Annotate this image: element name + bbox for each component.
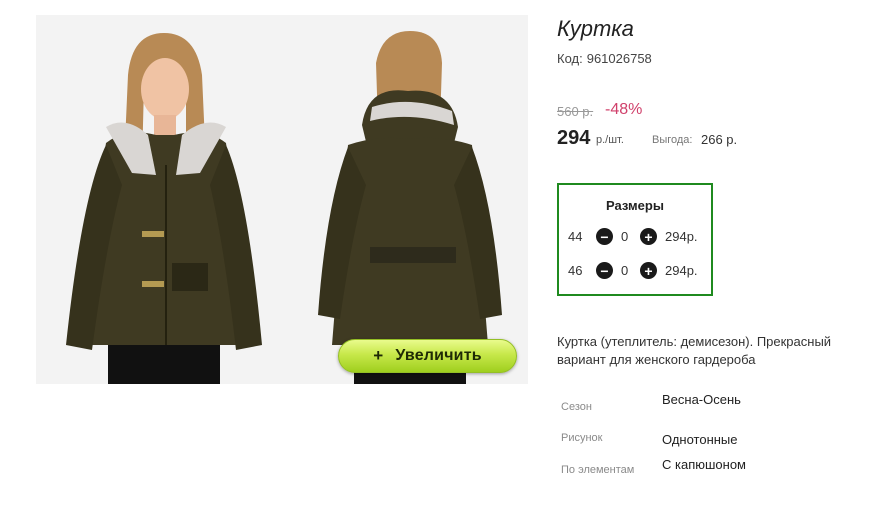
product-code-value: 961026758	[586, 51, 652, 66]
size-label: 46	[568, 263, 583, 278]
size-price: 294р.	[665, 263, 698, 278]
product-gallery[interactable]: + Увеличить	[36, 15, 528, 384]
benefit-value: 266 р.	[701, 132, 738, 147]
minus-circle-icon[interactable]: −	[596, 262, 613, 279]
sizes-box: Размеры 44 − 0 + 294р. 46 − 0 + 294р.	[557, 183, 713, 296]
attribute-value-season: Весна-Осень	[662, 392, 741, 407]
product-code-label: Код:	[557, 51, 583, 66]
discount-badge: -48%	[605, 101, 643, 118]
size-label: 44	[568, 229, 583, 244]
attribute-label-elements: По элементам	[561, 464, 635, 476]
size-price: 294р.	[665, 229, 698, 244]
product-title: Куртка	[557, 16, 634, 41]
product-code: Код: 961026758	[557, 51, 652, 66]
minus-circle-icon[interactable]: −	[596, 228, 613, 245]
product-photo-back[interactable]	[282, 15, 528, 384]
product-description: Куртка (утеплитель: демисезон). Прекрасн…	[557, 334, 832, 367]
price-unit: р./шт.	[596, 134, 624, 146]
size-quantity: 0	[621, 229, 629, 244]
old-price: 560 р.	[557, 104, 594, 119]
current-price: 294	[557, 127, 591, 149]
size-quantity: 0	[621, 263, 629, 278]
zoom-button[interactable]: + Увеличить	[338, 339, 517, 373]
attribute-value-elements: С капюшоном	[662, 457, 746, 472]
attribute-label-season: Сезон	[561, 401, 592, 413]
sizes-title: Размеры	[606, 198, 664, 213]
attribute-value-pattern: Однотонные	[662, 432, 738, 447]
product-photo-front[interactable]	[36, 15, 282, 384]
plus-icon: +	[373, 346, 384, 365]
attribute-label-pattern: Рисунок	[561, 432, 603, 444]
plus-circle-icon[interactable]: +	[640, 262, 657, 279]
size-row: 46 − 0 + 294р.	[559, 261, 711, 281]
zoom-button-label: Увеличить	[395, 347, 482, 364]
size-row: 44 − 0 + 294р.	[559, 227, 711, 247]
plus-circle-icon[interactable]: +	[640, 228, 657, 245]
benefit-label: Выгода:	[652, 134, 693, 146]
